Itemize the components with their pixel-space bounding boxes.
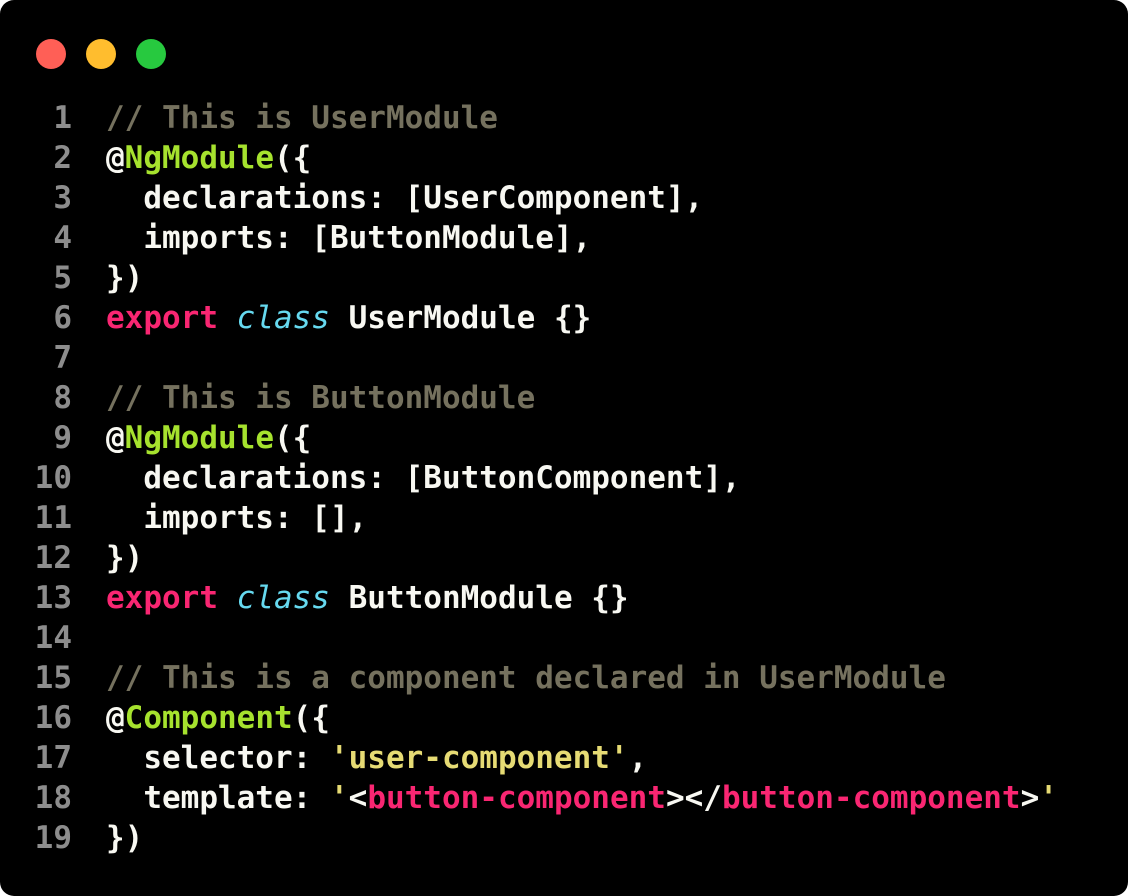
code-token: declarations: [UserComponent],: [106, 180, 704, 216]
code-token: button-component: [721, 780, 1021, 816]
line-number: 13: [34, 580, 72, 616]
code-token: Component: [124, 700, 293, 736]
line-number: 11: [34, 500, 72, 536]
line-content: imports: [],: [106, 498, 367, 538]
code-line: 18 template: '<button-component></button…: [0, 778, 1058, 818]
code-token: <: [348, 780, 368, 816]
line-number: 3: [53, 180, 72, 216]
code-token: }): [106, 820, 144, 856]
code-token: class: [236, 580, 330, 616]
code-token: // This is a component declared in UserM…: [106, 660, 946, 696]
code-window: 1// This is UserModule 2 @NgModule({3 decl…: [0, 0, 1128, 896]
code-line: 19}): [0, 818, 1058, 858]
line-number: 18: [34, 780, 72, 816]
line-number: 10: [34, 460, 72, 496]
line-number: 17: [34, 740, 72, 776]
line-content: export class ButtonModule {}: [106, 578, 629, 618]
code-line: 17 selector: 'user-component',: [0, 738, 1058, 778]
line-number: 1: [53, 100, 72, 136]
code-line: 14: [0, 618, 1058, 658]
code-line: 15 // This is a component declared in Use…: [0, 658, 1058, 698]
code-line: 3 declarations: [UserComponent],: [0, 178, 1058, 218]
line-number: 2: [53, 140, 72, 176]
code-token: ': [1039, 780, 1058, 816]
close-dot-icon[interactable]: [36, 39, 66, 69]
code-line: 6 export class UserModule {}: [0, 298, 1058, 338]
code-line: 7: [0, 338, 1058, 378]
line-number: 12: [34, 540, 72, 576]
code-token: ,: [628, 740, 648, 776]
line-number: 6: [53, 300, 72, 336]
code-token: selector:: [106, 740, 330, 776]
code-token: @: [106, 700, 125, 736]
code-token: NgModule: [124, 140, 274, 176]
line-content: @NgModule({: [106, 138, 311, 178]
code-token: ': [329, 780, 349, 816]
code-line: 11 imports: [],: [0, 498, 1058, 538]
code-token: >: [1020, 780, 1040, 816]
line-content: template: '<button-component></button-co…: [106, 778, 1058, 818]
line-content: declarations: [ButtonComponent],: [106, 458, 741, 498]
line-number: 8: [53, 380, 72, 416]
line-number: 15: [34, 660, 72, 696]
code-token: @: [106, 140, 125, 176]
code-token: export: [106, 300, 218, 336]
code-token: imports: [ButtonModule],: [106, 220, 592, 256]
line-content: @NgModule({: [106, 418, 311, 458]
code-token: export: [106, 580, 218, 616]
line-content: }): [106, 818, 143, 858]
code-token: @: [106, 420, 125, 456]
code-line: 4 imports: [ButtonModule],: [0, 218, 1058, 258]
code-token: imports: [],: [106, 500, 368, 536]
line-content: }): [106, 258, 143, 298]
code-line: 9 @NgModule({: [0, 418, 1058, 458]
code-line: 16 @Component({: [0, 698, 1058, 738]
code-token: NgModule: [124, 420, 274, 456]
line-content: }): [106, 538, 143, 578]
code-token: UserModule {}: [329, 300, 592, 336]
code-block: 1// This is UserModule 2 @NgModule({3 decl…: [0, 98, 1058, 858]
code-line: 10 declarations: [ButtonComponent],: [0, 458, 1058, 498]
line-number: 14: [34, 620, 72, 656]
code-token: ({: [273, 420, 312, 456]
code-token: // This is ButtonModule: [106, 380, 536, 416]
code-line: 12}): [0, 538, 1058, 578]
line-number: 4: [53, 220, 72, 256]
code-token: ButtonModule {}: [329, 580, 629, 616]
line-content: // This is ButtonModule: [106, 378, 535, 418]
line-number: 9: [53, 420, 72, 456]
line-number: 19: [34, 820, 72, 856]
code-token: declarations: [ButtonComponent],: [106, 460, 741, 496]
line-number: 16: [34, 700, 72, 736]
code-line: 8 // This is ButtonModule: [0, 378, 1058, 418]
code-line: 2 @NgModule({: [0, 138, 1058, 178]
code-token: ></: [665, 780, 722, 816]
code-token: // This is UserModule: [106, 100, 498, 136]
line-content: // This is UserModule: [106, 98, 498, 138]
window-controls: [36, 39, 166, 69]
line-content: imports: [ButtonModule],: [106, 218, 591, 258]
minimize-dot-icon[interactable]: [86, 39, 116, 69]
maximize-dot-icon[interactable]: [136, 39, 166, 69]
line-content: // This is a component declared in UserM…: [106, 658, 946, 698]
code-token: ({: [292, 700, 330, 736]
line-content: @Component({: [106, 698, 330, 738]
code-token: button-component: [367, 780, 666, 816]
code-token: template:: [106, 780, 330, 816]
line-content: export class UserModule {}: [106, 298, 591, 338]
code-token: }): [106, 540, 144, 576]
line-content: selector: 'user-component',: [106, 738, 647, 778]
code-line: 5}): [0, 258, 1058, 298]
code-token: }): [106, 260, 144, 296]
code-line: 1 // This is UserModule: [0, 98, 1058, 138]
code-line: 13 export class ButtonModule {}: [0, 578, 1058, 618]
code-token: class: [236, 300, 330, 336]
line-number: 7: [53, 340, 72, 376]
code-token: ({: [273, 140, 312, 176]
line-content: declarations: [UserComponent],: [106, 178, 703, 218]
line-number: 5: [53, 260, 72, 296]
code-token: 'user-component': [329, 740, 629, 776]
